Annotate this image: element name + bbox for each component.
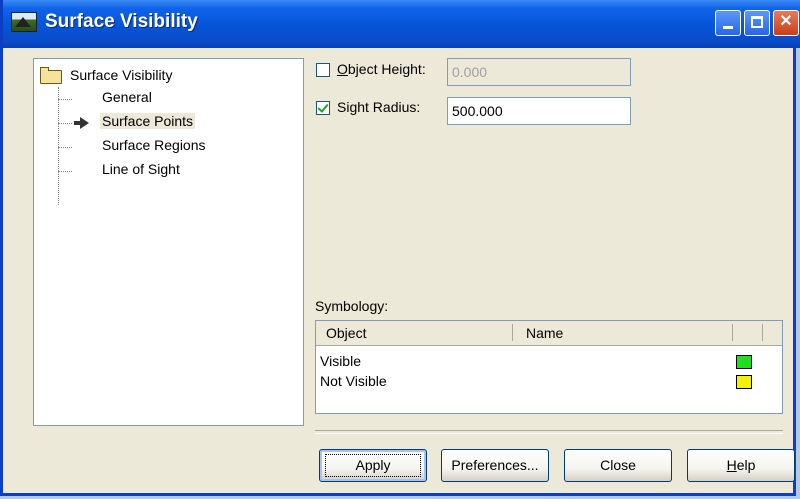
object-height-field[interactable]: 0.000 [447, 58, 631, 86]
focus-rectangle [325, 454, 421, 477]
column-header-name[interactable]: Name [526, 325, 563, 341]
tree-item-general[interactable]: General [56, 88, 276, 110]
close-icon: ✕ [779, 13, 793, 30]
preferences-button[interactable]: Preferences... [441, 449, 549, 482]
app-icon [11, 12, 37, 32]
table-header: Object Name [316, 321, 782, 346]
table-row[interactable]: Not Visible [320, 373, 780, 391]
tree-connector [58, 99, 72, 100]
tree-item-label: Surface Regions [102, 137, 206, 153]
object-height-label: Object Height: [337, 61, 426, 77]
help-button[interactable]: Help [687, 449, 795, 482]
window-title: Surface Visibility [45, 11, 198, 32]
color-swatch-yellow[interactable] [736, 375, 752, 389]
title-bar[interactable]: Surface Visibility ✕ [3, 0, 800, 48]
maximize-button[interactable] [744, 10, 770, 36]
tree-item-label: Line of Sight [102, 161, 180, 177]
color-swatch-green[interactable] [736, 355, 752, 369]
close-button[interactable]: Close [564, 449, 672, 482]
row-object-visible: Visible [320, 353, 361, 369]
minimize-button[interactable] [715, 10, 741, 36]
minimize-icon [723, 26, 733, 29]
tree-item-line-of-sight[interactable]: Line of Sight [56, 160, 276, 182]
tree-root-label: Surface Visibility [70, 67, 173, 83]
object-height-checkbox[interactable] [316, 63, 330, 77]
tree-connector [58, 147, 72, 148]
sight-radius-field[interactable]: 500.000 [447, 97, 631, 125]
column-divider[interactable] [762, 324, 763, 341]
close-window-button[interactable]: ✕ [773, 10, 799, 36]
sight-radius-label: Sight Radius: [337, 99, 421, 115]
preferences-label: Preferences... [451, 457, 539, 473]
maximize-icon [751, 16, 763, 28]
symbology-label: Symbology: [315, 298, 389, 314]
tree-item-surface-points[interactable]: Surface Points [56, 112, 276, 134]
tree-connector [58, 171, 72, 172]
symbology-table[interactable]: Object Name Visible Not Visible [315, 320, 783, 414]
close-label: Close [600, 457, 636, 473]
button-divider [315, 430, 783, 434]
navigation-tree[interactable]: Surface Visibility General Surface Point… [33, 58, 304, 426]
arrow-right-icon [74, 117, 89, 129]
sight-radius-checkbox[interactable] [316, 101, 330, 115]
apply-button[interactable]: Apply [319, 449, 427, 482]
tree-item-surface-regions[interactable]: Surface Regions [56, 136, 276, 158]
tree-item-label: General [102, 89, 152, 105]
table-row[interactable]: Visible [320, 353, 780, 371]
folder-icon [40, 67, 62, 84]
tree-item-label: Surface Points [100, 113, 196, 129]
surface-visibility-dialog: Surface Visibility ✕ Surface Visibility … [0, 0, 800, 496]
column-divider[interactable] [512, 324, 513, 341]
help-label: Help [726, 457, 756, 473]
row-object-not-visible: Not Visible [320, 373, 387, 389]
column-header-object[interactable]: Object [326, 325, 366, 341]
tree-connector [58, 123, 72, 124]
column-divider[interactable] [732, 324, 733, 341]
